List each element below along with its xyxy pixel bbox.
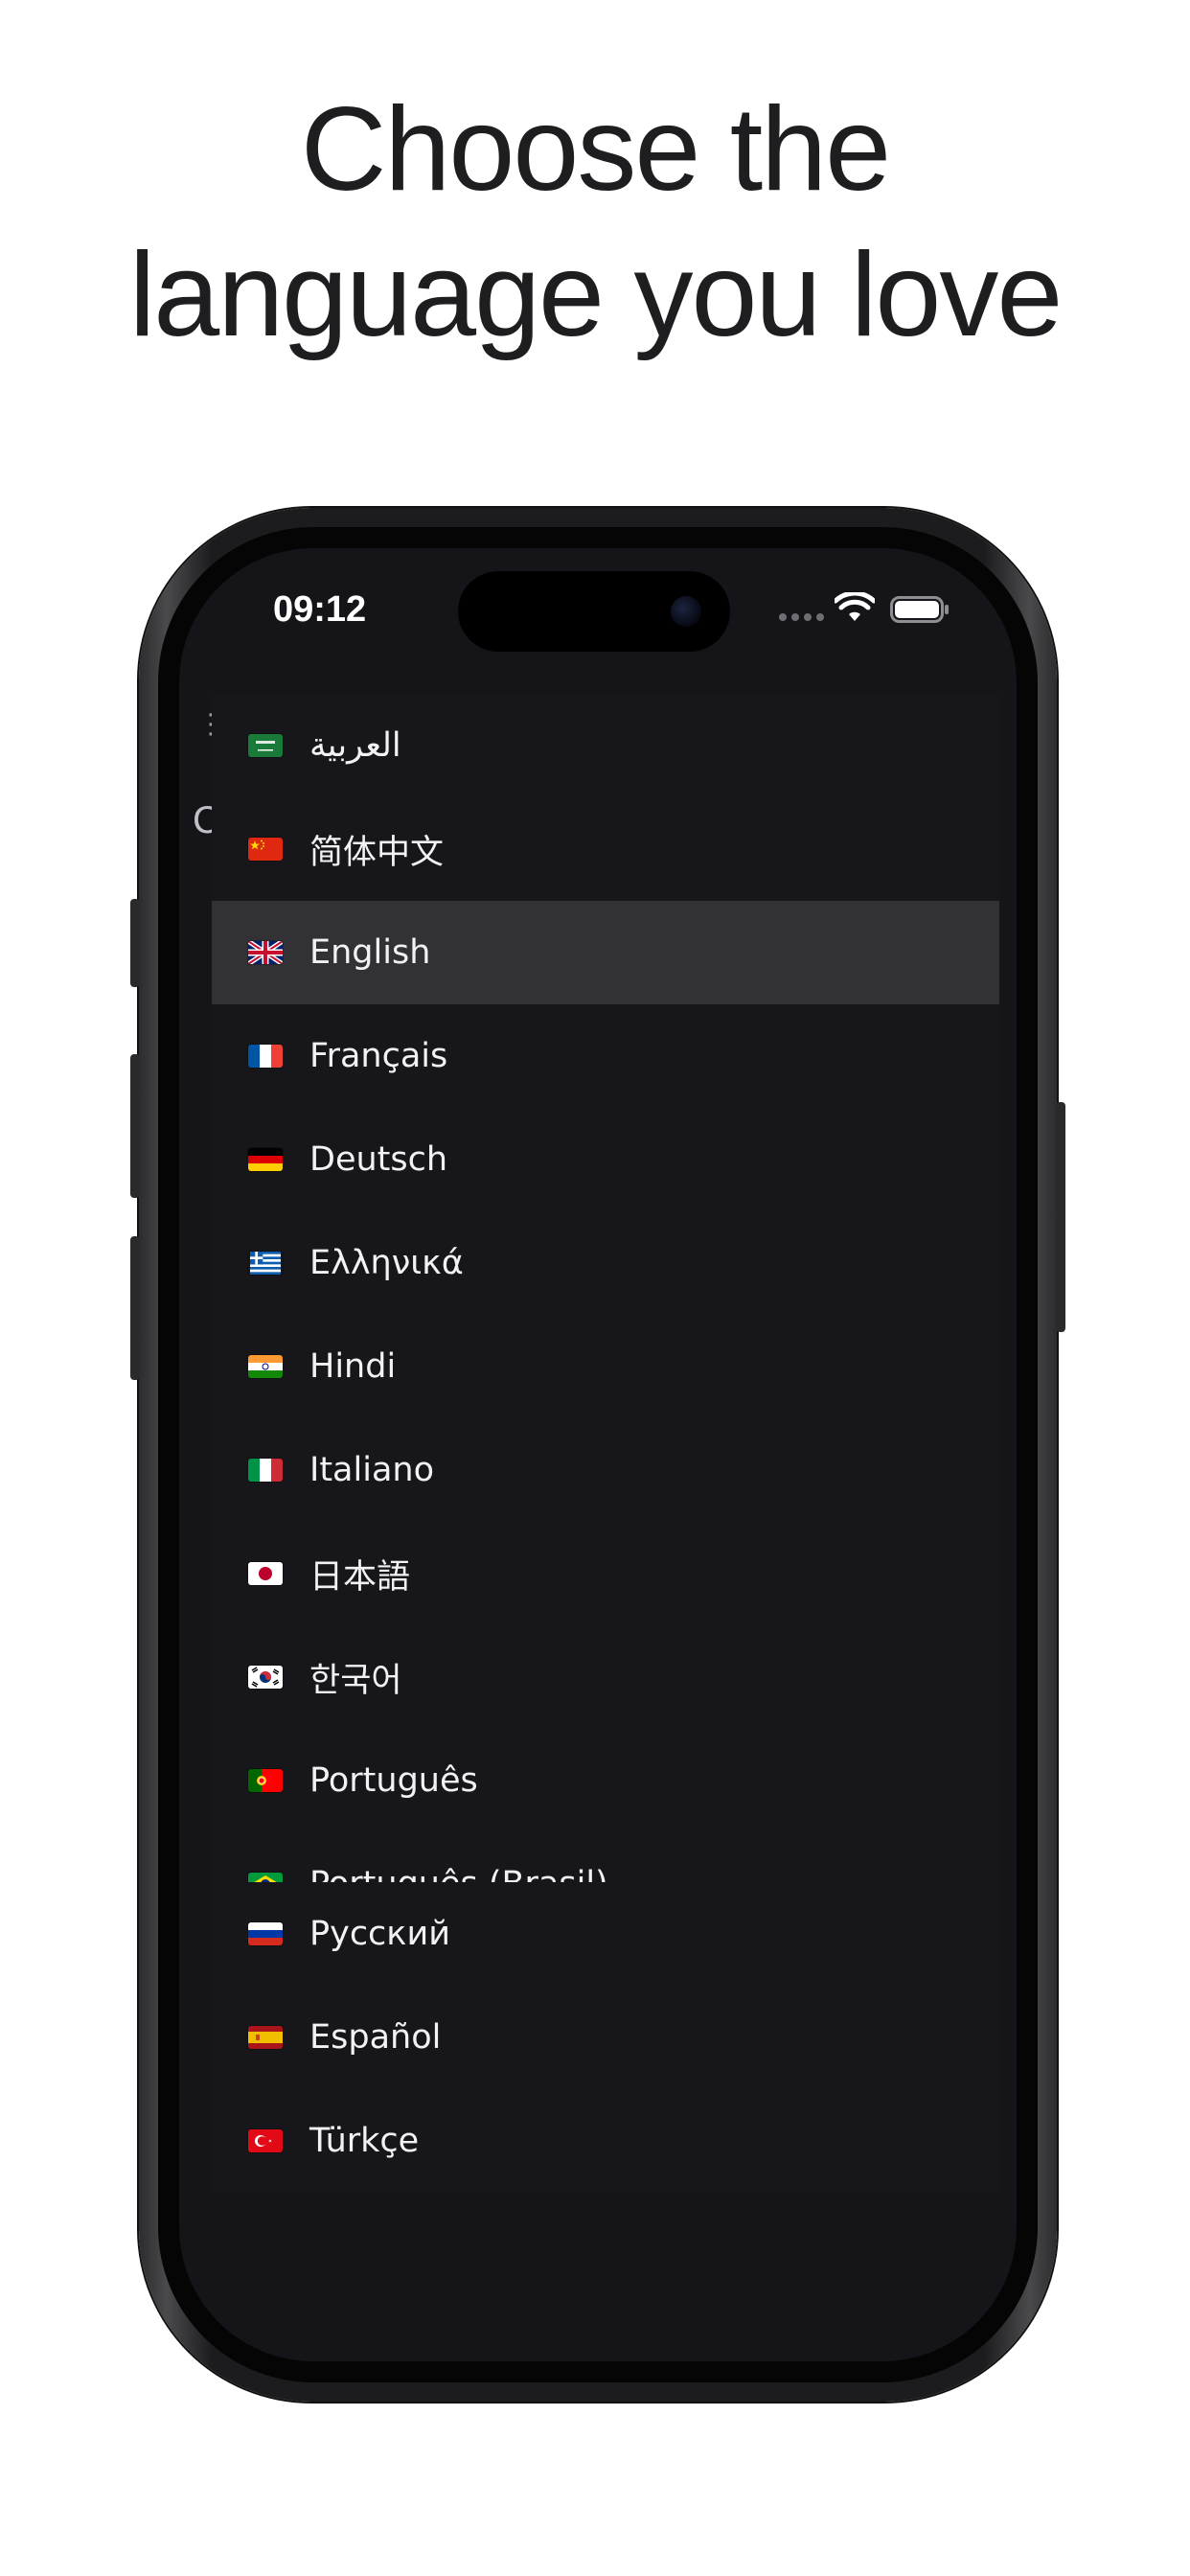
united-kingdom-flag-icon — [248, 941, 283, 964]
silent-switch — [130, 899, 140, 987]
language-item-korean[interactable]: 한국어 — [212, 1625, 999, 1729]
language-menu: العربية 简体中文 English Français Deutsch Ελ… — [212, 694, 999, 1903]
power-button — [1056, 1102, 1065, 1332]
signal-dots-icon — [779, 613, 824, 621]
portugal-flag-icon — [248, 1769, 283, 1792]
volume-up-button — [130, 1054, 140, 1198]
language-item-spanish[interactable]: Español — [212, 1986, 999, 2089]
russia-flag-icon — [248, 1922, 283, 1945]
language-item-turkish[interactable]: Türkçe — [212, 2089, 999, 2193]
phone-screen: 09:12 · · · C العربية 简体中文 English Franç… — [179, 548, 1017, 2361]
camera-icon — [671, 596, 701, 627]
dynamic-island — [458, 571, 730, 652]
italy-flag-icon — [248, 1459, 283, 1482]
language-label: Português — [309, 1761, 478, 1800]
headline-line-2: language you love — [128, 229, 1064, 361]
language-label: 日本語 — [309, 1557, 411, 1597]
language-label: Hindi — [309, 1347, 397, 1386]
india-flag-icon — [248, 1355, 283, 1378]
language-item-hindi[interactable]: Hindi — [212, 1315, 999, 1418]
language-item-russian[interactable]: Русский — [212, 1882, 999, 1986]
language-item-italian[interactable]: Italiano — [212, 1418, 999, 1522]
south-korea-flag-icon — [248, 1666, 283, 1689]
language-label: Türkçe — [309, 2122, 420, 2160]
wifi-icon — [835, 592, 875, 621]
spain-flag-icon — [248, 2026, 283, 2049]
headline: Choose the language you love — [0, 77, 1190, 368]
language-label: English — [309, 933, 431, 972]
germany-flag-icon — [248, 1148, 283, 1171]
volume-down-button — [130, 1236, 140, 1380]
language-item-french[interactable]: Français — [212, 1004, 999, 1108]
language-menu-continued: Русский Español Türkçe — [212, 1882, 999, 2193]
france-flag-icon — [248, 1045, 283, 1068]
language-item-english[interactable]: English — [212, 901, 999, 1004]
language-item-arabic[interactable]: العربية — [212, 694, 999, 797]
language-label: Italiano — [309, 1451, 434, 1489]
japan-flag-icon — [248, 1562, 283, 1585]
greece-flag-icon — [250, 1252, 281, 1275]
headline-line-1: Choose the — [300, 83, 891, 216]
language-label: Español — [309, 2018, 442, 2057]
china-flag-icon — [248, 838, 283, 861]
language-item-german[interactable]: Deutsch — [212, 1108, 999, 1211]
language-item-chinese[interactable]: 简体中文 — [212, 797, 999, 901]
language-label: 简体中文 — [309, 833, 445, 872]
language-label: Ελληνικά — [309, 1244, 464, 1282]
status-time: 09:12 — [273, 589, 367, 630]
language-label: 한국어 — [309, 1661, 402, 1700]
battery-icon — [890, 596, 949, 623]
language-item-japanese[interactable]: 日本語 — [212, 1522, 999, 1625]
language-item-portuguese[interactable]: Português — [212, 1729, 999, 1832]
language-label: Français — [309, 1037, 448, 1075]
saudi-arabia-flag-icon — [248, 734, 283, 757]
turkey-flag-icon — [248, 2129, 283, 2152]
language-label: العربية — [309, 726, 401, 765]
language-label: Deutsch — [309, 1140, 448, 1179]
language-item-greek[interactable]: Ελληνικά — [212, 1211, 999, 1315]
language-label: Русский — [309, 1915, 450, 1953]
